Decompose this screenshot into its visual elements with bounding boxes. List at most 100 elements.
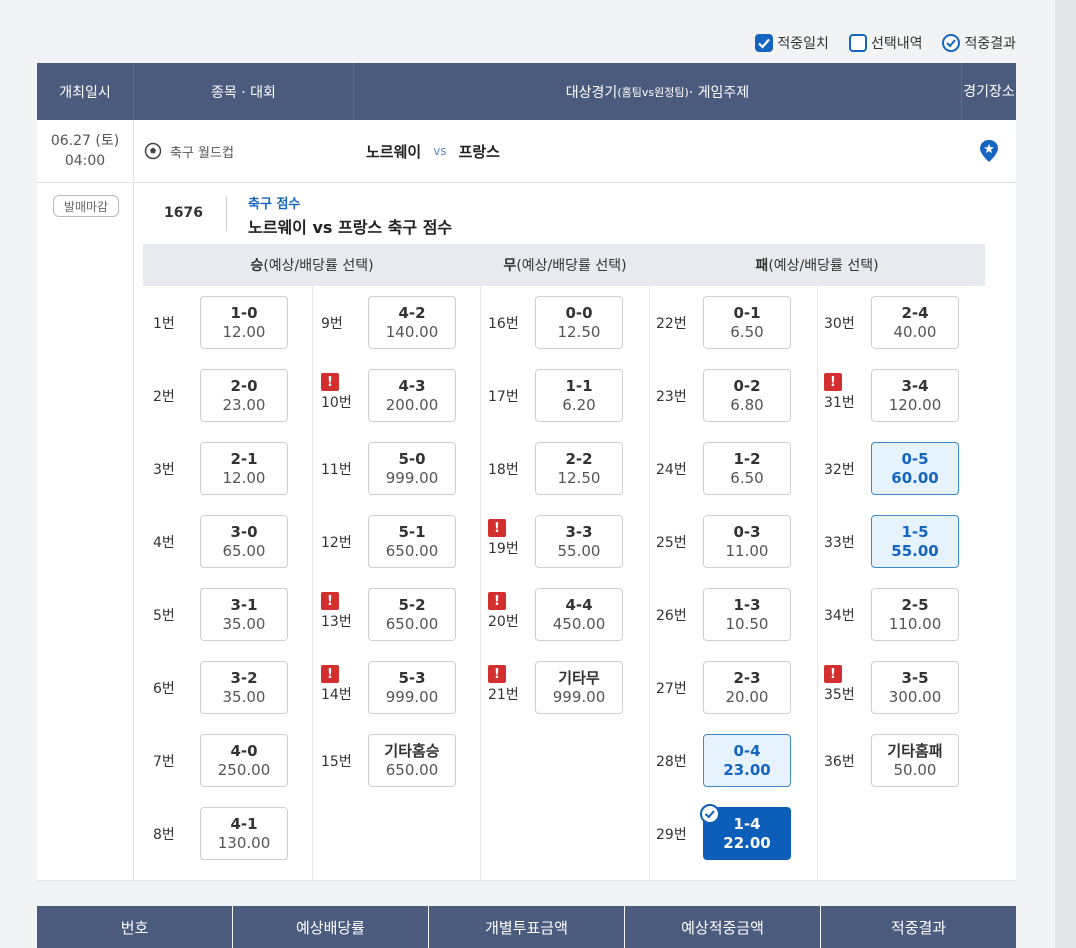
odds-button[interactable]: 1-4 22.00 (700, 804, 791, 860)
odds-button[interactable]: 4-4 450.00 (535, 588, 623, 641)
score-option[interactable]: 29번 1-4 22.00 (656, 804, 796, 860)
venue-button[interactable] (962, 120, 1016, 182)
option-number: 9번 (321, 316, 343, 332)
odds-button[interactable]: 5-2 650.00 (368, 588, 456, 641)
score-option[interactable]: 34번 2-5 110.00 (824, 588, 964, 641)
score-option[interactable]: 16번 0-0 12.50 (488, 296, 628, 349)
odds-button[interactable]: 1-3 10.50 (703, 588, 791, 641)
odds-button[interactable]: 1-0 12.00 (200, 296, 288, 349)
score-option[interactable]: ! 14번 5-3 999.00 (321, 661, 461, 714)
score-option[interactable]: 6번 3-2 35.00 (153, 661, 293, 714)
odds-button[interactable]: 5-3 999.00 (368, 661, 456, 714)
odds-button[interactable]: 4-1 130.00 (200, 807, 288, 860)
odds-button[interactable]: 2-1 12.00 (200, 442, 288, 495)
option-odds: 23.00 (222, 395, 266, 414)
odds-button[interactable]: 5-1 650.00 (368, 515, 456, 568)
score-option[interactable]: 24번 1-2 6.50 (656, 442, 796, 495)
odds-button[interactable]: 5-0 999.00 (368, 442, 456, 495)
option-number: 35번 (824, 687, 855, 703)
odds-button[interactable]: 기타홈승 650.00 (368, 734, 456, 787)
odds-button[interactable]: 기타무 999.00 (535, 661, 623, 714)
option-odds: 140.00 (385, 322, 439, 341)
option-number: 18번 (488, 462, 519, 478)
odds-button[interactable]: 1-2 6.50 (703, 442, 791, 495)
odds-button[interactable]: 2-3 20.00 (703, 661, 791, 714)
option-score: 0-3 (733, 522, 761, 541)
score-option[interactable]: 2번 2-0 23.00 (153, 369, 293, 422)
option-number: 20번 (488, 614, 519, 630)
score-option[interactable]: 33번 1-5 55.00 (824, 515, 964, 568)
score-option[interactable]: 3번 2-1 12.00 (153, 442, 293, 495)
score-option[interactable]: 26번 1-3 10.50 (656, 588, 796, 641)
option-number: 5번 (153, 608, 175, 624)
option-number: 13번 (321, 614, 352, 630)
column-divider (817, 286, 818, 880)
score-option[interactable]: 8번 4-1 130.00 (153, 807, 293, 860)
column-divider (649, 286, 650, 880)
score-option[interactable]: 15번 기타홈승 650.00 (321, 734, 461, 787)
odds-button[interactable]: 4-3 200.00 (368, 369, 456, 422)
score-option[interactable]: ! 13번 5-2 650.00 (321, 588, 461, 641)
odds-button[interactable]: 4-2 140.00 (368, 296, 456, 349)
odds-button[interactable]: 1-1 6.20 (535, 369, 623, 422)
option-odds: 6.20 (562, 395, 596, 414)
score-option[interactable]: 23번 0-2 6.80 (656, 369, 796, 422)
score-option[interactable]: 32번 0-5 60.00 (824, 442, 964, 495)
score-option[interactable]: 5번 3-1 35.00 (153, 588, 293, 641)
column-divider (312, 286, 313, 880)
score-option[interactable]: 7번 4-0 250.00 (153, 734, 293, 787)
odds-button[interactable]: 3-4 120.00 (871, 369, 959, 422)
score-option[interactable]: 28번 0-4 23.00 (656, 734, 796, 787)
location-pin-icon[interactable] (979, 139, 999, 163)
option-number: 19번 (488, 541, 519, 557)
warning-icon: ! (321, 665, 339, 683)
odds-button[interactable]: 2-4 40.00 (871, 296, 959, 349)
win-hint: (예상/배당률 선택) (263, 258, 374, 274)
score-option[interactable]: 30번 2-4 40.00 (824, 296, 964, 349)
option-number: 8번 (153, 827, 175, 843)
odds-button[interactable]: 4-0 250.00 (200, 734, 288, 787)
score-option[interactable]: 17번 1-1 6.20 (488, 369, 628, 422)
header-venue: 경기 장소 (962, 63, 1016, 120)
score-option[interactable]: 4번 3-0 65.00 (153, 515, 293, 568)
option-score: 1-3 (733, 595, 761, 614)
odds-button[interactable]: 3-1 35.00 (200, 588, 288, 641)
score-option[interactable]: ! 20번 4-4 450.00 (488, 588, 628, 641)
score-option[interactable]: 25번 0-3 11.00 (656, 515, 796, 568)
score-option[interactable]: 12번 5-1 650.00 (321, 515, 461, 568)
option-number: 30번 (824, 316, 855, 332)
score-option[interactable]: 1번 1-0 12.00 (153, 296, 293, 349)
score-option[interactable]: 18번 2-2 12.50 (488, 442, 628, 495)
odds-button[interactable]: 3-5 300.00 (871, 661, 959, 714)
odds-button[interactable]: 2-2 12.50 (535, 442, 623, 495)
score-option[interactable]: 9번 4-2 140.00 (321, 296, 461, 349)
odds-button[interactable]: 0-1 6.50 (703, 296, 791, 349)
odds-button[interactable]: 0-2 6.80 (703, 369, 791, 422)
score-option[interactable]: ! 35번 3-5 300.00 (824, 661, 964, 714)
game-time: 04:00 (64, 153, 106, 169)
odds-button[interactable]: 3-3 55.00 (535, 515, 623, 568)
odds-button[interactable]: 0-5 60.00 (871, 442, 959, 495)
score-option[interactable]: 36번 기타홈패 50.00 (824, 734, 964, 787)
option-number: 1번 (153, 316, 175, 332)
score-option[interactable]: ! 10번 4-3 200.00 (321, 369, 461, 422)
odds-button[interactable]: 2-5 110.00 (871, 588, 959, 641)
score-option[interactable]: 22번 0-1 6.50 (656, 296, 796, 349)
score-option[interactable]: ! 21번 기타무 999.00 (488, 661, 628, 714)
score-option[interactable]: 27번 2-3 20.00 (656, 661, 796, 714)
score-option[interactable]: ! 31번 3-4 120.00 (824, 369, 964, 422)
score-option[interactable]: 11번 5-0 999.00 (321, 442, 461, 495)
odds-button[interactable]: 0-4 23.00 (703, 734, 791, 787)
odds-button[interactable]: 2-0 23.00 (200, 369, 288, 422)
lose-hint: (예상/배당률 선택) (768, 258, 879, 274)
option-odds: 300.00 (888, 687, 942, 706)
warning-icon: ! (488, 665, 506, 683)
odds-button[interactable]: 0-3 11.00 (703, 515, 791, 568)
odds-button[interactable]: 3-2 35.00 (200, 661, 288, 714)
odds-button[interactable]: 1-5 55.00 (871, 515, 959, 568)
odds-button[interactable]: 0-0 12.50 (535, 296, 623, 349)
score-option[interactable]: ! 19번 3-3 55.00 (488, 515, 628, 568)
odds-button[interactable]: 기타홈패 50.00 (871, 734, 959, 787)
option-odds: 22.00 (723, 833, 771, 852)
odds-button[interactable]: 3-0 65.00 (200, 515, 288, 568)
